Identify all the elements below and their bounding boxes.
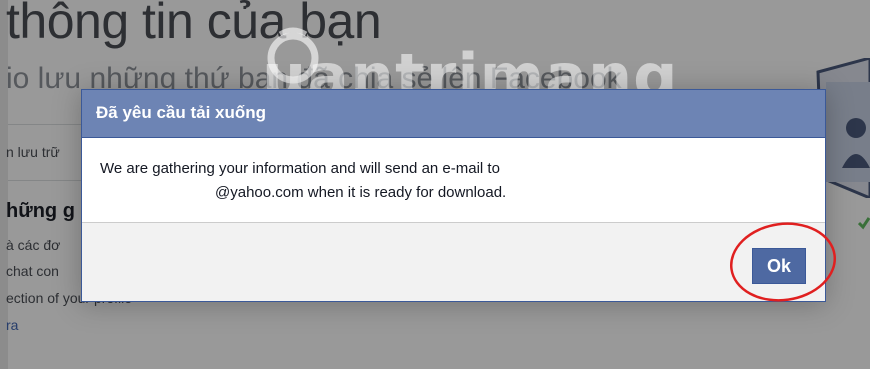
dialog-message: We are gathering your information and wi… — [100, 157, 807, 205]
dialog-message-line-2: @yahoo.com when it is ready for download… — [100, 181, 807, 205]
dialog-header: Đã yêu cầu tải xuống — [82, 90, 825, 138]
dialog-message-line-1: We are gathering your information and wi… — [100, 160, 500, 177]
download-requested-dialog: Đã yêu cầu tải xuống We are gathering yo… — [81, 89, 826, 302]
dialog-title: Đã yêu cầu tải xuống — [96, 103, 267, 122]
ok-button[interactable]: Ok — [752, 248, 806, 284]
dialog-message-email: @yahoo.com when it is ready for download… — [215, 184, 507, 201]
dialog-footer: Ok — [82, 222, 825, 301]
